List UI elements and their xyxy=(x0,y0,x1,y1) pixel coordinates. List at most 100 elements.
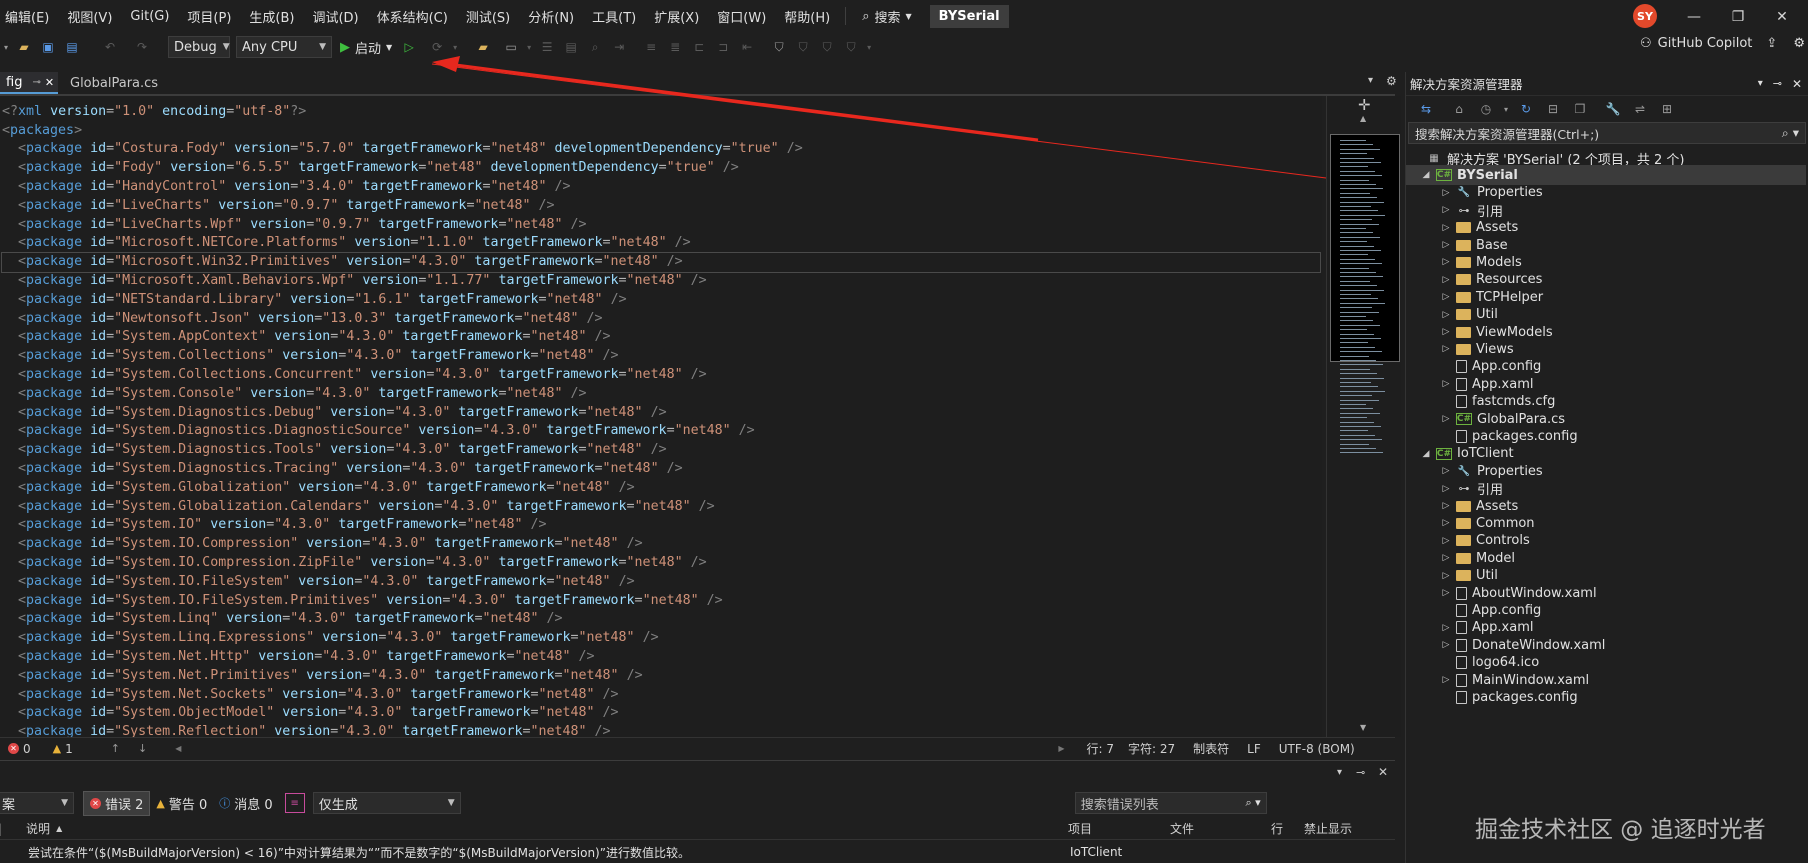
code-line[interactable]: <package id="Microsoft.Win32.Primitives"… xyxy=(1,252,1321,273)
messages-filter-chip[interactable]: ⓘ 消息 0 xyxy=(213,792,278,815)
code-line[interactable]: <package id="System.IO.Compression.ZipFi… xyxy=(2,554,707,573)
collapsed-chevron-icon[interactable]: ▷ xyxy=(1440,501,1452,511)
open-file-icon[interactable]: ▰ xyxy=(473,37,493,57)
switch-views-icon[interactable]: ⇆ xyxy=(1416,99,1436,119)
global-search-button[interactable]: ⌕ 搜索 ▼ xyxy=(852,7,921,26)
menu-item[interactable]: 工具(T) xyxy=(583,7,645,26)
menu-item[interactable]: 调试(D) xyxy=(303,7,367,26)
collapsed-chevron-icon[interactable]: ▷ xyxy=(1440,310,1452,320)
dropdown-arrow-icon[interactable]: ▾ xyxy=(2,37,10,57)
down-arrow-icon[interactable]: ↓ xyxy=(138,742,147,755)
comment-icon[interactable]: ≡ xyxy=(641,37,661,57)
find-icon[interactable]: ⌕ xyxy=(585,37,605,57)
header-line[interactable]: 行 xyxy=(1271,820,1283,837)
split-icon[interactable]: ✛ xyxy=(1358,96,1371,114)
code-line[interactable]: <package id="System.Linq.Expressions" ve… xyxy=(2,629,659,648)
dropdown-arrow-icon[interactable]: ▾ xyxy=(865,37,873,57)
step-icon[interactable]: ⊏ xyxy=(689,37,709,57)
menu-item[interactable]: 扩展(X) xyxy=(645,7,708,26)
scroll-up-icon[interactable]: ▲ xyxy=(1360,114,1366,123)
collapsed-chevron-icon[interactable]: ▷ xyxy=(1440,518,1452,528)
code-line[interactable]: <package id="System.Net.Sockets" version… xyxy=(2,686,619,705)
code-line[interactable]: <?xml version="1.0" encoding="utf-8"?> xyxy=(2,103,306,122)
collapse-all-icon[interactable]: ⊟ xyxy=(1543,99,1563,119)
code-line[interactable]: <package id="System.Diagnostics.Debug" v… xyxy=(2,404,667,423)
menu-item[interactable]: 帮助(H) xyxy=(775,7,839,26)
align-icon[interactable]: ☰ xyxy=(537,37,557,57)
expanded-chevron-icon[interactable]: ◢ xyxy=(1420,170,1432,180)
collapsed-chevron-icon[interactable]: ▷ xyxy=(1440,588,1452,598)
code-line[interactable]: <package id="System.Collections.Concurre… xyxy=(2,366,707,385)
code-line[interactable]: <package id="System.IO.FileSystem" versi… xyxy=(2,573,635,592)
scope-select[interactable]: 案 ▼ xyxy=(0,792,74,814)
code-line[interactable]: <package id="Costura.Fody" version="5.7.… xyxy=(2,140,803,159)
code-line[interactable]: <package id="System.IO" version="4.3.0" … xyxy=(2,516,547,535)
collapsed-chevron-icon[interactable]: ▷ xyxy=(1440,379,1452,389)
menu-item[interactable]: 视图(V) xyxy=(58,7,121,26)
tab-packages-config[interactable]: fig ⊸ ✕ xyxy=(0,72,58,94)
clear-bookmarks-icon[interactable]: ⛉ xyxy=(841,37,861,57)
code-line[interactable]: <package id="NETStandard.Library" versio… xyxy=(2,291,627,310)
minimize-button[interactable]: — xyxy=(1674,4,1714,30)
minimap[interactable]: ✛ ▲ ▼ xyxy=(1326,96,1401,737)
code-line[interactable]: <package id="HandyControl" version="3.4.… xyxy=(2,178,571,197)
header-project[interactable]: 项目 xyxy=(1068,820,1092,837)
code-line[interactable]: <package id="LiveCharts.Wpf" version="0.… xyxy=(2,216,587,235)
window-layout-icon[interactable]: ▭ xyxy=(501,37,521,57)
preview-icon[interactable]: ⇌ xyxy=(1630,99,1650,119)
indent-icon[interactable]: ⇥ xyxy=(609,37,629,57)
code-line[interactable]: <package id="System.Diagnostics.Tools" v… xyxy=(2,441,667,460)
undo-icon[interactable]: ↶ xyxy=(100,37,120,57)
settings-icon[interactable]: ⚙ xyxy=(1386,74,1397,88)
scroll-left-icon[interactable]: ◀ xyxy=(175,744,181,753)
code-line[interactable]: <package id="Microsoft.NETCore.Platforms… xyxy=(2,234,691,253)
home-icon[interactable]: ⌂ xyxy=(1449,99,1469,119)
save-all-icon[interactable]: ▤ xyxy=(62,37,82,57)
collapsed-chevron-icon[interactable]: ▷ xyxy=(1440,623,1452,633)
code-line[interactable]: <package id="Fody" version="6.5.5" targe… xyxy=(2,159,739,178)
pin-icon[interactable]: ⊸ xyxy=(1773,77,1782,90)
code-line[interactable]: <package id="Microsoft.Xaml.Behaviors.Wp… xyxy=(2,272,707,291)
header-suppression[interactable]: 禁止显示 xyxy=(1304,820,1352,837)
properties-wrench-icon[interactable]: 🔧 xyxy=(1603,99,1623,119)
menu-item[interactable]: Git(G) xyxy=(121,9,178,24)
menu-item[interactable]: 编辑(E) xyxy=(0,7,58,26)
collapsed-chevron-icon[interactable]: ▷ xyxy=(1440,205,1452,215)
line-indicator[interactable]: 行: 7 xyxy=(1087,740,1115,757)
collapsed-chevron-icon[interactable]: ▷ xyxy=(1440,188,1452,198)
code-line[interactable]: <package id="System.Globalization" versi… xyxy=(2,479,635,498)
warnings-filter-chip[interactable]: ▲ 警告 0 xyxy=(150,792,213,815)
tab-list-dropdown-icon[interactable]: ▾ xyxy=(1368,75,1373,86)
close-icon[interactable]: ✕ xyxy=(1378,765,1388,779)
hot-reload-icon[interactable]: ⟳ xyxy=(427,37,447,57)
menu-item[interactable]: 项目(P) xyxy=(178,7,240,26)
code-line[interactable]: <package id="System.Net.Primitives" vers… xyxy=(2,667,643,686)
history-icon[interactable]: ◷ xyxy=(1476,99,1496,119)
minimap-viewport[interactable] xyxy=(1330,134,1400,362)
collapsed-chevron-icon[interactable]: ▷ xyxy=(1440,223,1452,233)
pin-icon[interactable]: ⊸ xyxy=(32,77,40,88)
code-line[interactable]: <package id="System.Net.Http" version="4… xyxy=(2,648,595,667)
menu-item[interactable]: 测试(S) xyxy=(457,7,519,26)
solution-search-input[interactable]: 搜索解决方案资源管理器(Ctrl+;) ⌕ ▾ xyxy=(1408,122,1806,144)
collapsed-chevron-icon[interactable]: ▷ xyxy=(1440,466,1452,476)
save-icon[interactable]: ▣ xyxy=(38,37,58,57)
error-count[interactable]: ✕ 0 xyxy=(8,742,31,756)
error-list-row[interactable]: 尝试在条件“($(MsBuildMajorVersion) < 16)”中对计算… xyxy=(0,841,1395,863)
code-line[interactable]: <packages> xyxy=(2,122,82,141)
build-filter-select[interactable]: 仅生成 ▼ xyxy=(312,792,461,814)
collapsed-chevron-icon[interactable]: ▷ xyxy=(1440,484,1452,494)
header-description[interactable]: 说明 xyxy=(26,820,50,837)
code-line[interactable]: <package id="System.Globalization.Calend… xyxy=(2,498,715,517)
errors-filter-chip[interactable]: ✕ 错误 2 xyxy=(83,790,151,816)
collapsed-chevron-icon[interactable]: ▷ xyxy=(1440,275,1452,285)
scroll-right-icon[interactable]: ▶ xyxy=(1058,744,1064,753)
up-arrow-icon[interactable]: ↑ xyxy=(111,742,120,755)
collapsed-chevron-icon[interactable]: ▷ xyxy=(1440,553,1452,563)
code-line[interactable]: <package id="System.AppContext" version=… xyxy=(2,328,611,347)
collapsed-chevron-icon[interactable]: ▷ xyxy=(1440,571,1452,581)
menu-item[interactable]: 生成(B) xyxy=(240,7,303,26)
pin-icon[interactable]: ⊸ xyxy=(1356,766,1365,779)
collapsed-chevron-icon[interactable]: ▷ xyxy=(1440,240,1452,250)
tree-item[interactable]: packages.config xyxy=(1406,687,1806,707)
